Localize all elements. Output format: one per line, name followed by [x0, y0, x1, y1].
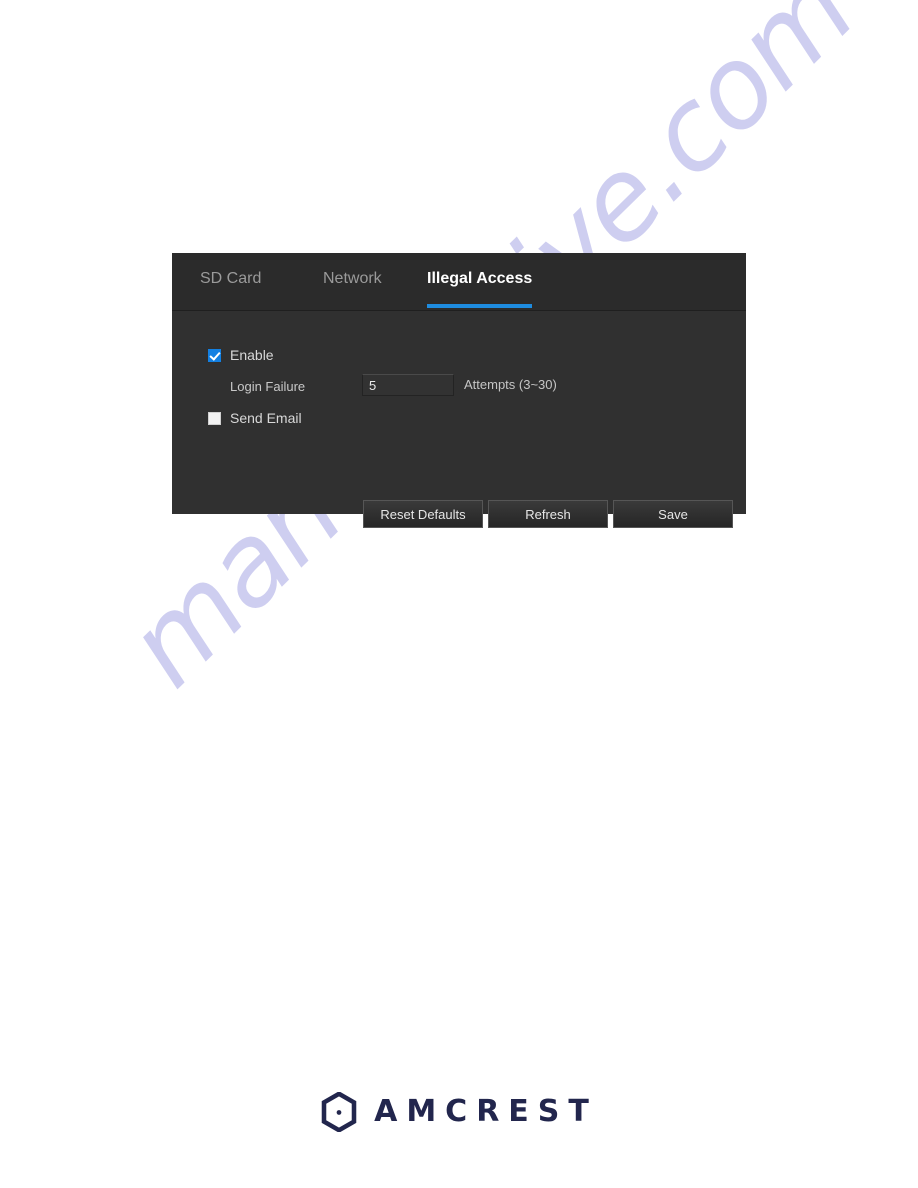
enable-checkbox[interactable] [208, 348, 221, 362]
tab-bar: SD Card Network Illegal Access [172, 253, 746, 311]
tab-network[interactable]: Network [323, 253, 382, 311]
active-tab-indicator [427, 304, 533, 308]
refresh-button[interactable]: Refresh [488, 500, 608, 528]
reset-defaults-button[interactable]: Reset Defaults [363, 500, 483, 528]
tab-illegal-access-label: Illegal Access [427, 270, 533, 287]
panel-body: Enable Login Failure Attempts (3~30) Sen… [172, 311, 746, 528]
action-button-row: Reset Defaults Refresh Save [363, 500, 733, 528]
enable-row: Enable [208, 347, 274, 363]
send-email-label: Send Email [230, 410, 302, 426]
tab-sd-card[interactable]: SD Card [200, 253, 261, 311]
watermark-layer: manualshive.com [0, 0, 918, 1188]
amcrest-hexagon-eye-icon [321, 1092, 357, 1132]
login-failure-row: Login Failure [208, 379, 305, 394]
tab-illegal-access[interactable]: Illegal Access [427, 253, 533, 311]
amcrest-wordmark: AMCREST [374, 1094, 598, 1129]
enable-label: Enable [230, 347, 274, 363]
login-failure-label: Login Failure [230, 379, 306, 394]
login-failure-attempts-input[interactable] [362, 374, 454, 396]
footer-brand-logo: AMCREST [0, 1092, 918, 1132]
send-email-row: Send Email [208, 410, 302, 426]
send-email-checkbox[interactable] [208, 411, 221, 425]
illegal-access-settings-panel: SD Card Network Illegal Access Enable Lo… [172, 253, 746, 528]
save-button[interactable]: Save [613, 500, 733, 528]
attempts-range-label: Attempts (3~30) [464, 377, 557, 392]
